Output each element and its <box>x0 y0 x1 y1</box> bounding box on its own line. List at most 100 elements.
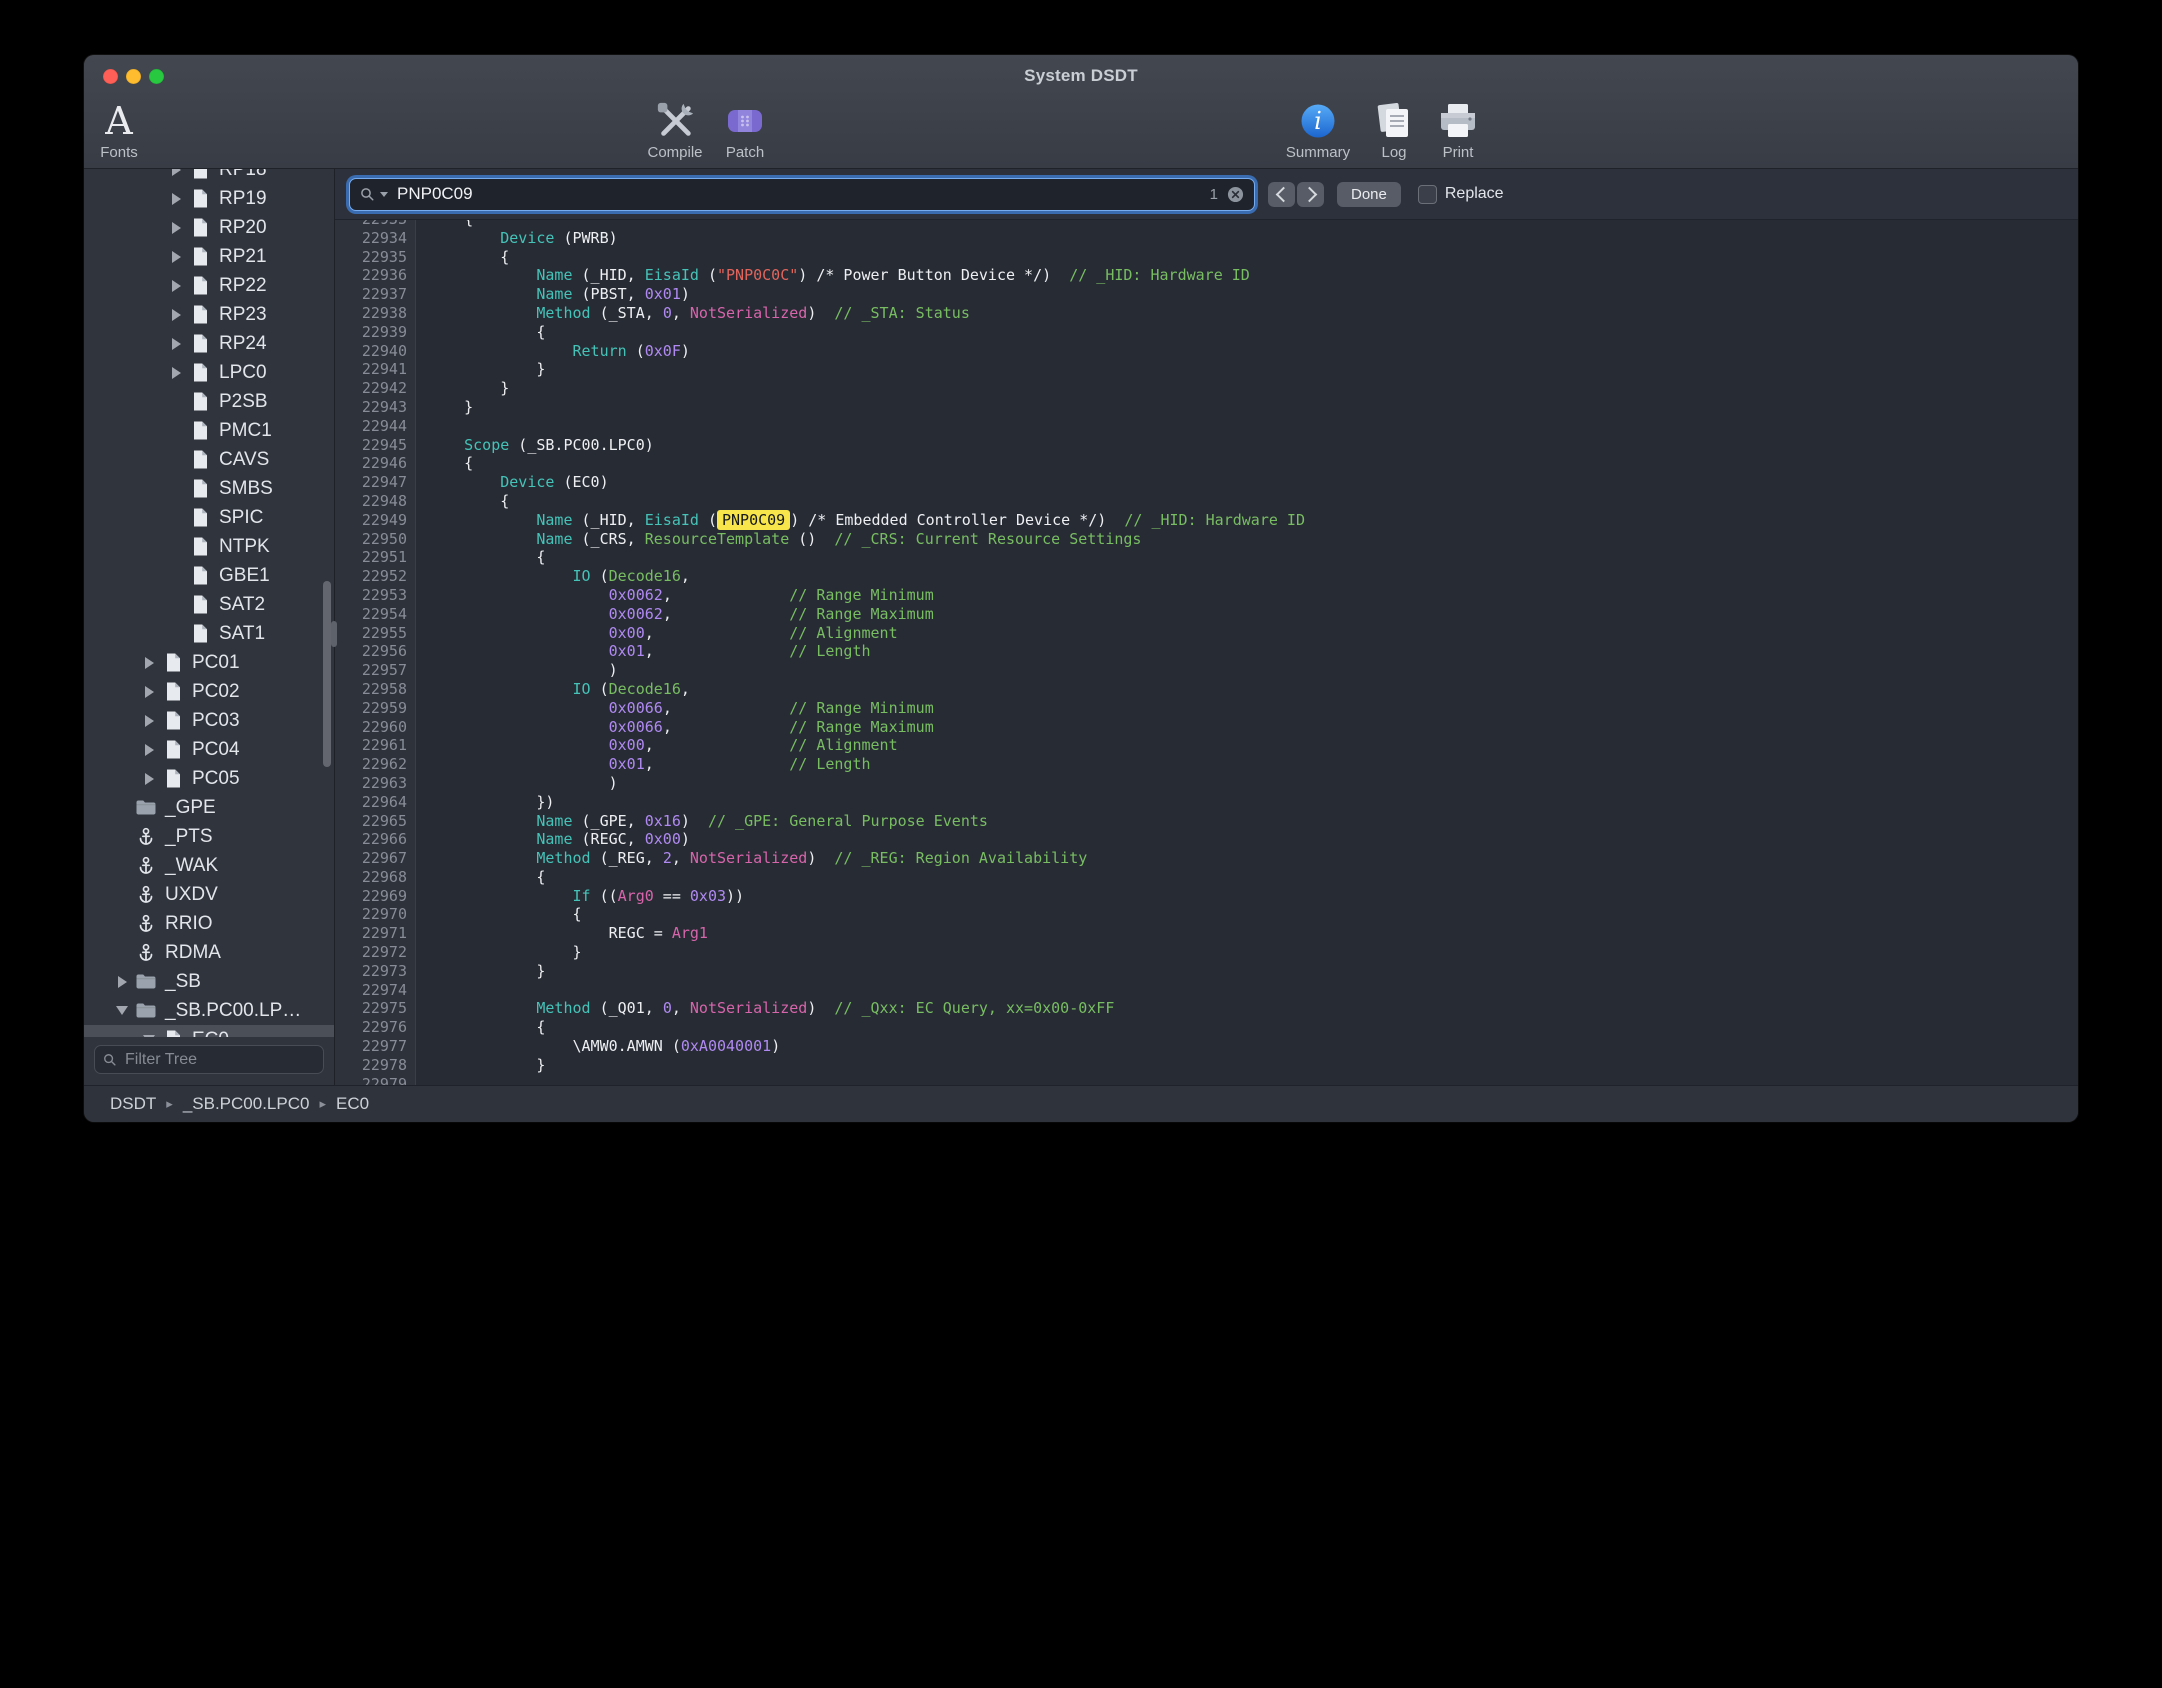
disclosure-collapsed-icon[interactable] <box>137 744 161 756</box>
line-number: 22938 <box>335 304 415 323</box>
disclosure-collapsed-icon[interactable] <box>137 657 161 669</box>
sidebar-tree-items: RP18RP19RP20RP21RP22RP23RP24LPC0 P2SB PMC1… <box>84 169 334 1037</box>
filter-tree-input[interactable] <box>123 1050 315 1070</box>
code-token: Method <box>536 304 590 322</box>
sidebar-item-rp20[interactable]: RP20 <box>84 213 334 242</box>
sidebar-item-_sb[interactable]: _SB <box>84 967 334 996</box>
compile-label: Compile <box>647 144 702 161</box>
search-options-chevron-icon[interactable] <box>380 192 388 197</box>
minimize-window-button[interactable] <box>126 69 141 84</box>
sidebar-item-gbe1[interactable]: GBE1 <box>84 561 334 590</box>
sidebar-item-rp18[interactable]: RP18 <box>84 169 334 184</box>
code-token <box>428 849 536 867</box>
find-search-field[interactable]: 1 <box>349 178 1255 211</box>
sidebar-item-rp23[interactable]: RP23 <box>84 300 334 329</box>
sidebar-tree[interactable]: RP18RP19RP20RP21RP22RP23RP24LPC0 P2SB PMC1… <box>84 169 334 1037</box>
sidebar-item-lpc0[interactable]: LPC0 <box>84 358 334 387</box>
sidebar-item-spic[interactable]: SPIC <box>84 503 334 532</box>
code-editor[interactable]: 2293322934229352293622937229382293922940… <box>335 220 2078 1085</box>
sidebar-item-ntpk[interactable]: NTPK <box>84 532 334 561</box>
sidebar-item-ec0[interactable]: EC0 <box>84 1025 334 1037</box>
sidebar-item-p2sb[interactable]: P2SB <box>84 387 334 416</box>
patch-button[interactable]: Patch <box>712 98 778 161</box>
code-token: , <box>663 586 789 604</box>
disclosure-collapsed-icon[interactable] <box>164 193 188 205</box>
sidebar-item-sat2[interactable]: SAT2 <box>84 590 334 619</box>
disclosure-collapsed-icon[interactable] <box>164 338 188 350</box>
find-next-button[interactable] <box>1297 182 1324 207</box>
sidebar-item-sat1[interactable]: SAT1 <box>84 619 334 648</box>
breadcrumb-device[interactable]: EC0 <box>336 1094 369 1114</box>
line-number: 22948 <box>335 492 415 511</box>
find-previous-button[interactable] <box>1268 182 1295 207</box>
breadcrumb-scope[interactable]: _SB.PC00.LPC0 <box>183 1094 310 1114</box>
disclosure-collapsed-icon[interactable] <box>137 773 161 785</box>
print-button[interactable]: Print <box>1428 98 1488 161</box>
doc-icon <box>188 624 212 643</box>
replace-checkbox[interactable] <box>1418 185 1437 204</box>
sidebar-item-pc03[interactable]: PC03 <box>84 706 334 735</box>
close-window-button[interactable] <box>103 69 118 84</box>
line-number: 22949 <box>335 511 415 530</box>
clear-search-icon[interactable] <box>1227 186 1244 203</box>
filter-tree-field[interactable] <box>94 1045 324 1074</box>
sidebar-item-rrio[interactable]: RRIO <box>84 909 334 938</box>
breadcrumb-dsdt[interactable]: DSDT <box>110 1094 156 1114</box>
sidebar-item-_pts[interactable]: _PTS <box>84 822 334 851</box>
find-query-input[interactable] <box>395 183 1203 205</box>
code-token: Return <box>573 342 627 360</box>
sidebar-item-rp24[interactable]: RP24 <box>84 329 334 358</box>
line-number: 22956 <box>335 642 415 661</box>
titlebar[interactable]: System DSDT <box>84 55 2078 97</box>
sidebar-item-rp21[interactable]: RP21 <box>84 242 334 271</box>
disclosure-collapsed-icon[interactable] <box>164 309 188 321</box>
disclosure-expanded-icon[interactable] <box>110 1006 134 1015</box>
done-button[interactable]: Done <box>1337 182 1401 207</box>
disclosure-expanded-icon[interactable] <box>137 1035 161 1037</box>
fonts-button[interactable]: A Fonts <box>90 98 148 161</box>
fonts-label: Fonts <box>100 144 138 161</box>
log-button[interactable]: Log <box>1366 98 1422 161</box>
code-line: } <box>428 943 2078 962</box>
sidebar-item-_wak[interactable]: _WAK <box>84 851 334 880</box>
sidebar-item-pmc1[interactable]: PMC1 <box>84 416 334 445</box>
disclosure-collapsed-icon[interactable] <box>110 976 134 988</box>
disclosure-collapsed-icon[interactable] <box>137 715 161 727</box>
zoom-window-button[interactable] <box>149 69 164 84</box>
sidebar-item-_gpe[interactable]: _GPE <box>84 793 334 822</box>
sidebar-item-pc05[interactable]: PC05 <box>84 764 334 793</box>
code-token: ( <box>591 680 609 698</box>
code-line: } <box>428 360 2078 379</box>
sidebar-scrollbar-thumb[interactable] <box>323 581 331 767</box>
sidebar-item-pc02[interactable]: PC02 <box>84 677 334 706</box>
code-token: // _GPE: General Purpose Events <box>708 812 988 830</box>
sidebar-item-_sbpc00lp[interactable]: _SB.PC00.LP… <box>84 996 334 1025</box>
line-number: 22955 <box>335 624 415 643</box>
sidebar-item-uxdv[interactable]: UXDV <box>84 880 334 909</box>
line-number: 22944 <box>335 417 415 436</box>
filter-tree-container <box>84 1037 334 1085</box>
disclosure-collapsed-icon[interactable] <box>164 251 188 263</box>
sidebar-item-rp22[interactable]: RP22 <box>84 271 334 300</box>
sidebar-item-label: P2SB <box>219 391 268 413</box>
compile-button[interactable]: Compile <box>642 98 708 161</box>
sidebar-item-pc01[interactable]: PC01 <box>84 648 334 677</box>
disclosure-collapsed-icon[interactable] <box>164 280 188 292</box>
disclosure-collapsed-icon[interactable] <box>137 686 161 698</box>
sidebar-item-smbs[interactable]: SMBS <box>84 474 334 503</box>
sidebar-item-pc04[interactable]: PC04 <box>84 735 334 764</box>
code-token: ) <box>681 812 708 830</box>
code-view[interactable]: { Device (PWRB) { Name (_HID, EisaId ("P… <box>416 220 2078 1085</box>
disclosure-collapsed-icon[interactable] <box>164 169 188 176</box>
disclosure-collapsed-icon[interactable] <box>164 222 188 234</box>
summary-button[interactable]: i Summary <box>1282 98 1354 161</box>
code-token: 0x0066 <box>609 718 663 736</box>
code-token: // Range Maximum <box>789 718 934 736</box>
sidebar-item-rdma[interactable]: RDMA <box>84 938 334 967</box>
breadcrumb-separator-icon: ▸ <box>319 1096 326 1112</box>
disclosure-collapsed-icon[interactable] <box>164 367 188 379</box>
line-number: 22970 <box>335 905 415 924</box>
sidebar-item-cavs[interactable]: CAVS <box>84 445 334 474</box>
sidebar-item-rp19[interactable]: RP19 <box>84 184 334 213</box>
pane-splitter-handle[interactable] <box>331 621 337 647</box>
